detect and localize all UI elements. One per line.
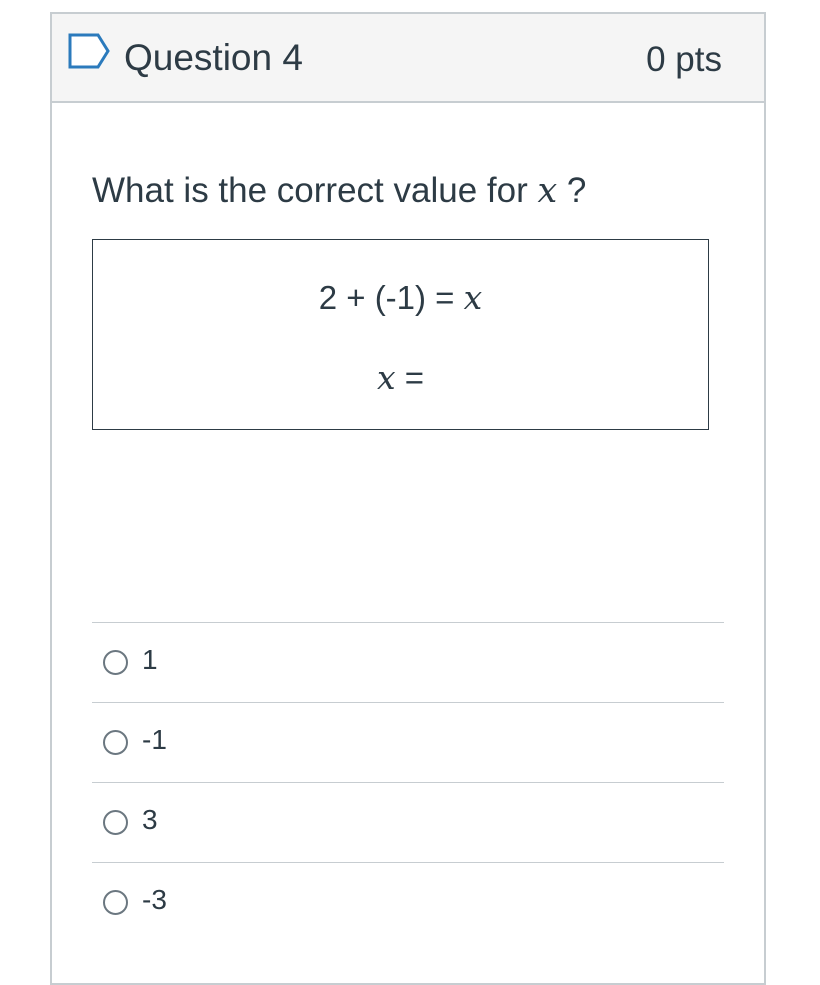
answer-option[interactable]: 3	[92, 782, 724, 862]
radio-button[interactable]	[103, 810, 128, 835]
radio-button[interactable]	[103, 650, 128, 675]
question-prompt: What is the correct value for x ?	[92, 169, 586, 213]
quiz-question-card: Question 4 0 pts What is the correct val…	[50, 12, 766, 985]
equation-box: 2 + (-1) = x x =	[92, 239, 709, 430]
answer-option[interactable]: 1	[92, 622, 724, 702]
answer-equals-sign: =	[395, 359, 425, 396]
radio-button[interactable]	[103, 890, 128, 915]
equation-expression: 2 + (-1) =	[318, 279, 464, 316]
answer-label[interactable]: -1	[142, 722, 167, 758]
prompt-variable: x	[537, 171, 558, 211]
answer-option[interactable]: -3	[92, 862, 724, 942]
question-title: Question 4	[124, 37, 303, 78]
prompt-suffix: ?	[557, 171, 587, 210]
radio-button[interactable]	[103, 730, 128, 755]
question-points: 0 pts	[646, 40, 722, 79]
answer-label[interactable]: 1	[142, 642, 158, 678]
answer-label[interactable]: -3	[142, 882, 167, 918]
answer-variable: x	[376, 358, 396, 397]
question-header: Question 4 0 pts	[52, 14, 764, 103]
prompt-text: What is the correct value for	[92, 171, 538, 210]
equation-line: 2 + (-1) = x	[93, 278, 708, 318]
answer-equation-line: x =	[93, 358, 708, 398]
equation-variable: x	[463, 278, 483, 317]
answer-label[interactable]: 3	[142, 802, 158, 838]
bookmark-flag-icon[interactable]	[68, 33, 112, 69]
answer-list: 1 -1 3 -3	[92, 622, 724, 942]
answer-option[interactable]: -1	[92, 702, 724, 782]
